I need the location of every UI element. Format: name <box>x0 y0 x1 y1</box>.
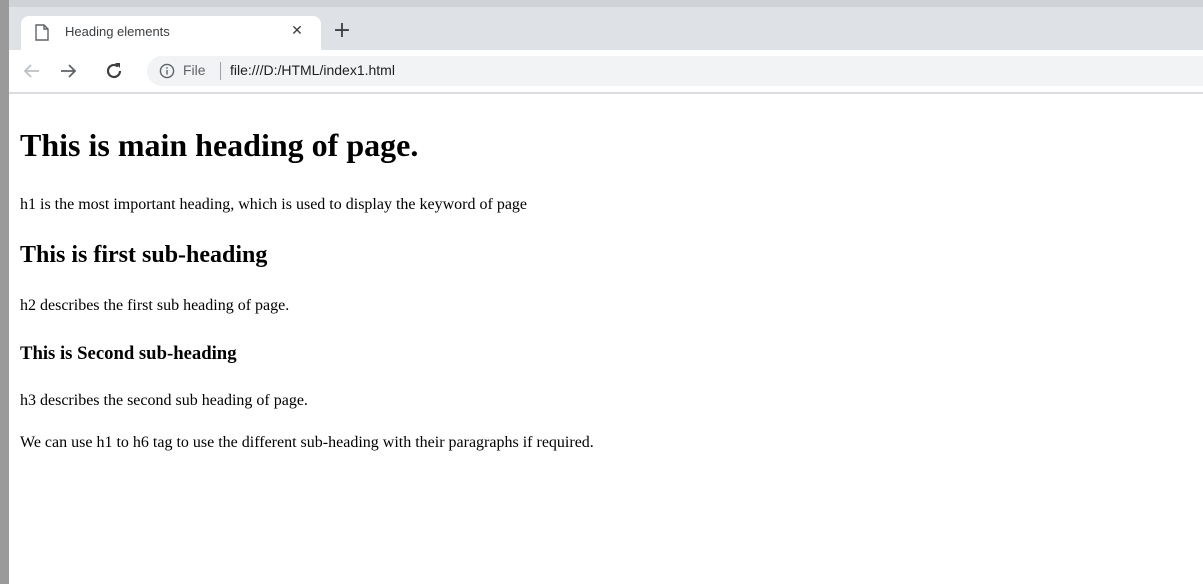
second-sub-heading: This is Second sub-heading <box>20 343 237 364</box>
tab-strip-top-border <box>9 0 1203 7</box>
paragraph-h1-description: h1 is the most important heading, which … <box>20 196 528 213</box>
back-arrow-icon[interactable] <box>21 60 43 82</box>
new-tab-button[interactable]: + <box>329 18 355 44</box>
page-icon <box>35 24 49 41</box>
address-divider <box>220 62 221 80</box>
tab-title: Heading elements <box>65 24 170 39</box>
tab-heading-elements[interactable]: Heading elements ✕ <box>21 16 321 50</box>
info-icon[interactable] <box>159 63 175 79</box>
main-heading: This is main heading of page. <box>20 127 419 163</box>
tab-strip: Heading elements ✕ + <box>9 0 1203 50</box>
scheme-label: File <box>183 62 206 78</box>
address-bar[interactable]: File file:///D:/HTML/index1.html <box>147 56 1203 86</box>
forward-arrow-icon[interactable] <box>57 60 79 82</box>
window-edge <box>0 0 9 584</box>
paragraph-h3-description: h3 describes the second sub heading of p… <box>20 392 308 409</box>
url-text[interactable]: file:///D:/HTML/index1.html <box>230 62 395 78</box>
paragraph-summary: We can use h1 to h6 tag to use the diffe… <box>20 434 594 451</box>
first-sub-heading: This is first sub-heading <box>20 242 268 268</box>
toolbar: File file:///D:/HTML/index1.html <box>9 50 1203 94</box>
browser-window: Heading elements ✕ + File file:///D:/HTM… <box>9 0 1203 584</box>
close-icon[interactable]: ✕ <box>285 19 309 43</box>
paragraph-h2-description: h2 describes the first sub heading of pa… <box>20 297 290 314</box>
reload-icon[interactable] <box>103 60 125 82</box>
